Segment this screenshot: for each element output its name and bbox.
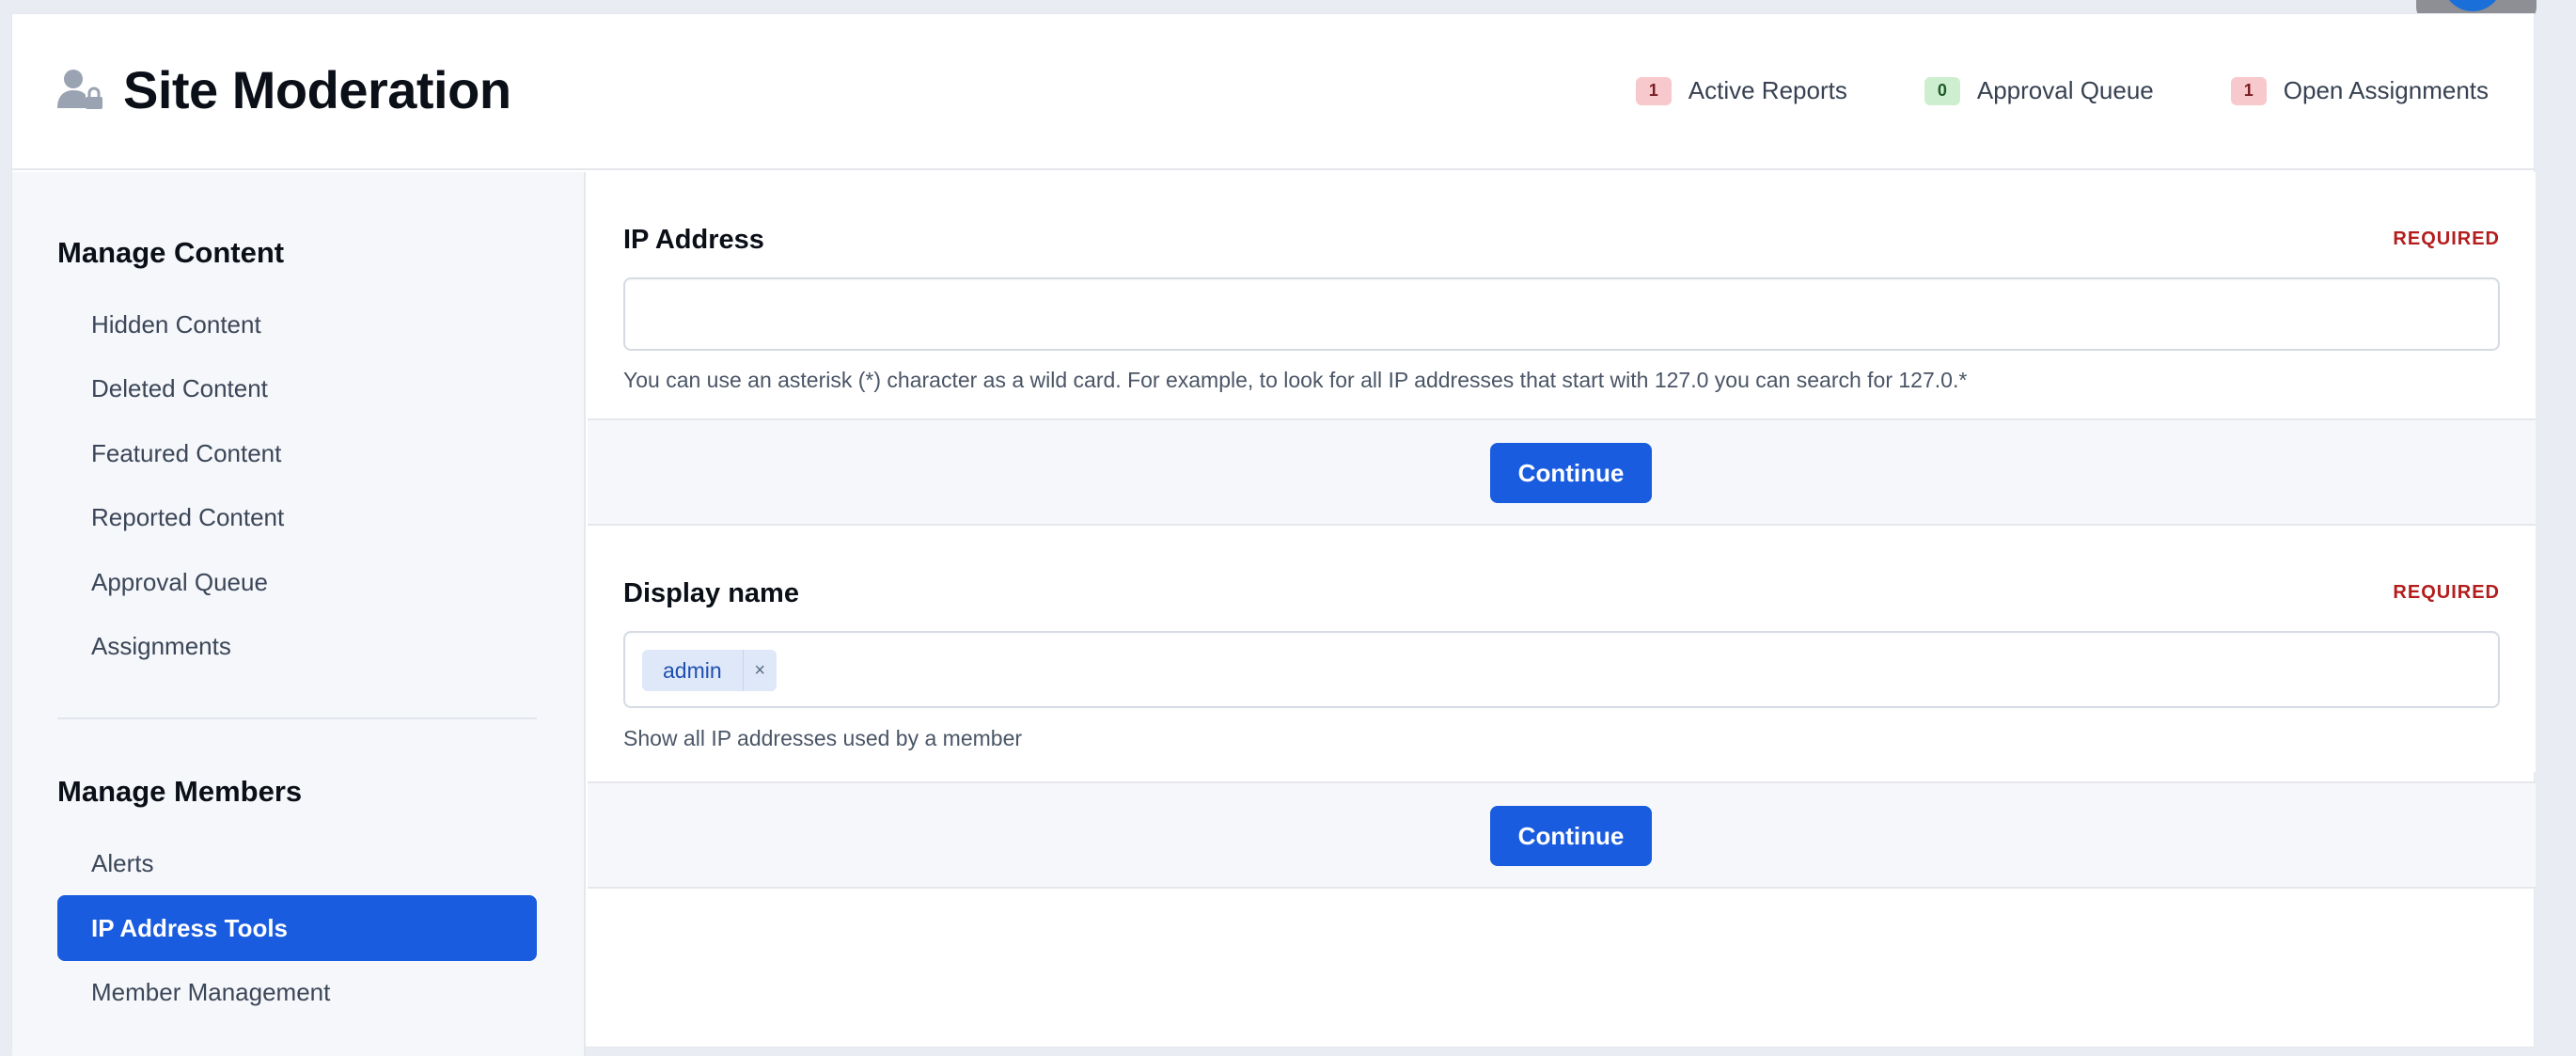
sidebar-item-deleted-content[interactable]: Deleted Content (57, 355, 537, 421)
active-reports-label: Active Reports (1688, 76, 1847, 104)
token-remove-icon[interactable]: × (742, 650, 777, 691)
sidebar: Manage Content Hidden Content Deleted Co… (12, 172, 586, 1056)
display-name-continue-button[interactable]: Continue (1490, 806, 1652, 866)
sidebar-item-approval-queue[interactable]: Approval Queue (57, 549, 537, 615)
moderation-window: Site Moderation 1 Active Reports 0 Appro… (11, 13, 2536, 1056)
approval-queue-label: Approval Queue (1976, 76, 2154, 104)
stats-bar: 1 Active Reports 0 Approval Queue 1 Open… (1559, 76, 2489, 105)
ip-address-form-footer: Continue (588, 418, 2536, 526)
display-name-required-badge: REQUIRED (2393, 582, 2500, 603)
ip-address-form: IP Address REQUIRED You can use an aster… (588, 172, 2536, 418)
display-name-token-input[interactable]: admin × (623, 631, 2500, 708)
ip-address-hint: You can use an asterisk (*) character as… (623, 368, 1968, 392)
approval-queue-count: 0 (1924, 76, 1960, 105)
sidebar-item-featured-content[interactable]: Featured Content (57, 420, 537, 486)
page-header: Site Moderation 1 Active Reports 0 Appro… (12, 14, 2534, 170)
stat-open-assignments[interactable]: 1 Open Assignments (2230, 76, 2489, 105)
sidebar-heading-manage-members: Manage Members (57, 775, 303, 808)
sidebar-item-reported-content[interactable]: Reported Content (57, 484, 537, 550)
sidebar-item-hidden-content[interactable]: Hidden Content (57, 292, 537, 357)
member-token: admin × (642, 650, 777, 691)
open-assignments-label: Open Assignments (2283, 76, 2489, 104)
active-reports-count: 1 (1635, 76, 1672, 105)
ip-address-input[interactable] (623, 277, 2500, 351)
stat-active-reports[interactable]: 1 Active Reports (1635, 76, 1847, 105)
sidebar-item-ip-address-tools[interactable]: IP Address Tools (57, 895, 537, 961)
display-name-form-footer: Continue (588, 781, 2536, 889)
display-name-hint: Show all IP addresses used by a member (623, 726, 1023, 750)
open-assignments-count: 1 (2230, 76, 2267, 105)
ip-address-continue-button[interactable]: Continue (1490, 443, 1652, 503)
sidebar-heading-manage-content: Manage Content (57, 236, 285, 269)
user-lock-icon (57, 70, 102, 109)
sidebar-divider (57, 717, 537, 719)
floating-widget-icon[interactable] (2442, 0, 2503, 11)
sidebar-item-alerts[interactable]: Alerts (57, 830, 537, 896)
display-name-form: Display name REQUIRED admin × Show all I… (588, 526, 2536, 772)
stat-approval-queue[interactable]: 0 Approval Queue (1924, 76, 2154, 105)
ip-address-label: IP Address (623, 225, 764, 255)
display-name-label: Display name (623, 578, 799, 608)
ip-address-required-badge: REQUIRED (2393, 229, 2500, 249)
page-title: Site Moderation (123, 60, 511, 119)
member-token-label: admin (663, 657, 722, 683)
sidebar-item-assignments[interactable]: Assignments (57, 613, 537, 679)
